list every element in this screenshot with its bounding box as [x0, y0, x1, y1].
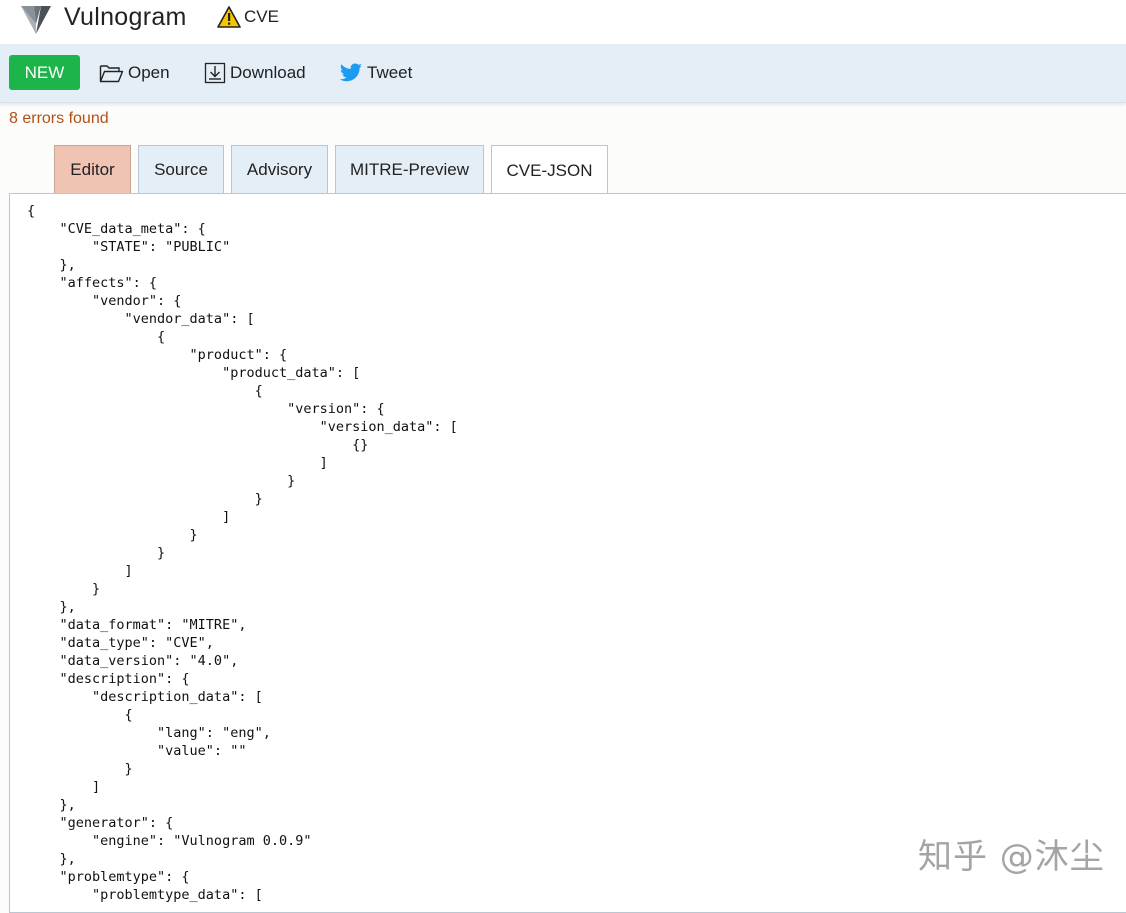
json-code-line: "vendor": { — [27, 293, 182, 309]
json-code-line: "problemtype": { — [27, 869, 190, 885]
download-label: Download — [230, 63, 306, 82]
warning-icon — [217, 6, 241, 28]
json-code-line: "engine": "Vulnogram 0.0.9" — [27, 833, 312, 849]
open-button[interactable]: Open — [99, 56, 170, 90]
json-code-line: "product": { — [27, 347, 288, 363]
json-code-line: { — [27, 707, 133, 723]
app-header: Vulnogram CVE — [0, 0, 1126, 44]
cve-json-panel[interactable]: { "CVE_data_meta": { "STATE": "PUBLIC" }… — [9, 193, 1126, 913]
folder-open-icon — [99, 65, 124, 83]
tab-source[interactable]: Source — [138, 145, 224, 193]
tab-mitre-preview[interactable]: MITRE-Preview — [335, 145, 484, 193]
json-code-view[interactable]: { "CVE_data_meta": { "STATE": "PUBLIC" }… — [27, 202, 458, 904]
json-code-line: "problemtype_data": [ — [27, 887, 263, 903]
cve-badge[interactable]: CVE — [217, 5, 279, 29]
json-code-line: { — [27, 329, 166, 345]
json-code-line: ] — [27, 563, 133, 579]
vulnogram-logo-icon[interactable] — [19, 4, 53, 36]
json-code-line: "CVE_data_meta": { — [27, 221, 206, 237]
json-code-line: } — [27, 473, 296, 489]
app-title: Vulnogram — [64, 3, 187, 31]
download-button[interactable]: Download — [204, 56, 306, 90]
json-code-line: ] — [27, 779, 101, 795]
tab-advisory[interactable]: Advisory — [231, 145, 328, 193]
json-code-line: { — [27, 383, 263, 399]
tab-cve-json[interactable]: CVE-JSON — [491, 145, 608, 195]
json-code-line: } — [27, 527, 198, 543]
json-code-line: } — [27, 545, 166, 561]
tab-bar: Editor Source Advisory MITRE-Preview CVE… — [0, 144, 1126, 195]
json-code-line: "description": { — [27, 671, 190, 687]
json-code-line: }, — [27, 599, 76, 615]
json-code-line: { — [27, 203, 36, 219]
json-code-line: "data_type": "CVE", — [27, 635, 214, 651]
tab-editor[interactable]: Editor — [54, 145, 131, 193]
json-code-line: ] — [27, 509, 231, 525]
json-code-line: } — [27, 581, 101, 597]
json-code-line: }, — [27, 797, 76, 813]
json-code-line: "affects": { — [27, 275, 158, 291]
errors-status[interactable]: 8 errors found — [9, 110, 109, 128]
json-code-line: "vendor_data": [ — [27, 311, 255, 327]
json-code-line: "data_version": "4.0", — [27, 653, 239, 669]
twitter-bird-icon — [339, 63, 362, 82]
json-code-line: }, — [27, 851, 76, 867]
json-code-line: {} — [27, 437, 369, 453]
json-code-line: } — [27, 491, 263, 507]
toolbar: NEW Open Download Tweet — [0, 44, 1126, 103]
json-code-line: "version": { — [27, 401, 385, 417]
tweet-button[interactable]: Tweet — [339, 56, 412, 90]
json-code-line: "generator": { — [27, 815, 174, 831]
json-code-line: "data_format": "MITRE", — [27, 617, 247, 633]
json-code-line: } — [27, 761, 133, 777]
open-label: Open — [128, 63, 170, 82]
json-code-line: "lang": "eng", — [27, 725, 271, 741]
cve-badge-label: CVE — [244, 7, 279, 26]
json-code-line: }, — [27, 257, 76, 273]
download-icon — [204, 62, 226, 84]
json-code-line: "version_data": [ — [27, 419, 458, 435]
json-code-line: ] — [27, 455, 328, 471]
new-button[interactable]: NEW — [9, 55, 80, 90]
json-code-line: "product_data": [ — [27, 365, 361, 381]
watermark: 知乎 @沐尘 — [918, 837, 1105, 877]
tweet-label: Tweet — [367, 63, 413, 82]
json-code-line: "value": "" — [27, 743, 247, 759]
json-code-line: "STATE": "PUBLIC" — [27, 239, 231, 255]
json-code-line: "description_data": [ — [27, 689, 263, 705]
